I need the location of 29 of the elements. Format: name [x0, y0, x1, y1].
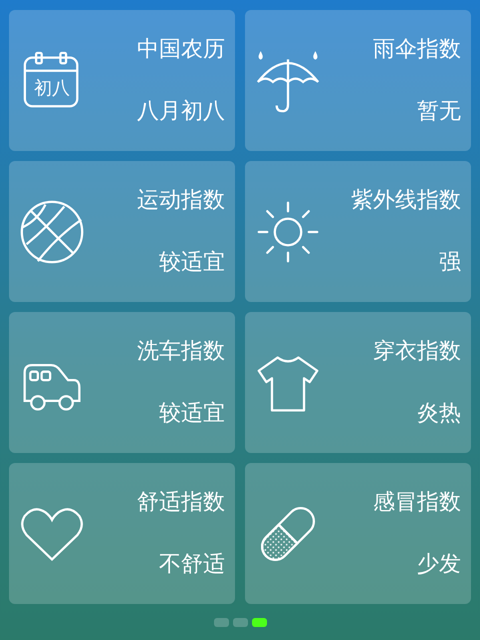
index-value: 炎热 — [417, 400, 461, 428]
index-title: 洗车指数 — [137, 338, 225, 366]
index-card[interactable]: 紫外线指数 强 — [245, 161, 471, 302]
index-card[interactable]: 初八 中国农历 八月初八 — [9, 10, 235, 151]
index-value: 不舒适 — [159, 550, 225, 578]
index-card[interactable]: 舒适指数 不舒适 — [9, 463, 235, 604]
page-indicator[interactable] — [214, 618, 228, 627]
index-value: 较适宜 — [159, 248, 225, 276]
index-title: 运动指数 — [137, 186, 225, 214]
index-value: 强 — [439, 248, 461, 276]
index-title: 雨伞指数 — [373, 36, 461, 64]
index-card[interactable]: 洗车指数 较适宜 — [9, 312, 235, 453]
index-title: 穿衣指数 — [373, 338, 461, 366]
index-card[interactable]: 雨伞指数 暂无 — [245, 10, 471, 151]
index-card[interactable]: 穿衣指数 炎热 — [245, 312, 471, 453]
index-value: 少发 — [417, 550, 461, 578]
sun-icon — [255, 198, 321, 264]
index-value: 暂无 — [417, 98, 461, 126]
index-title: 舒适指数 — [137, 488, 225, 516]
index-title: 中国农历 — [137, 36, 225, 64]
page-indicator[interactable] — [252, 618, 266, 627]
index-title: 感冒指数 — [373, 488, 461, 516]
index-card[interactable]: 运动指数 较适宜 — [9, 161, 235, 302]
index-title: 紫外线指数 — [351, 186, 461, 214]
index-value: 较适宜 — [159, 400, 225, 428]
index-card[interactable]: 感冒指数 少发 — [245, 463, 471, 604]
index-value: 八月初八 — [137, 98, 225, 126]
page-indicator[interactable] — [232, 618, 248, 627]
basketball-icon — [19, 198, 85, 264]
